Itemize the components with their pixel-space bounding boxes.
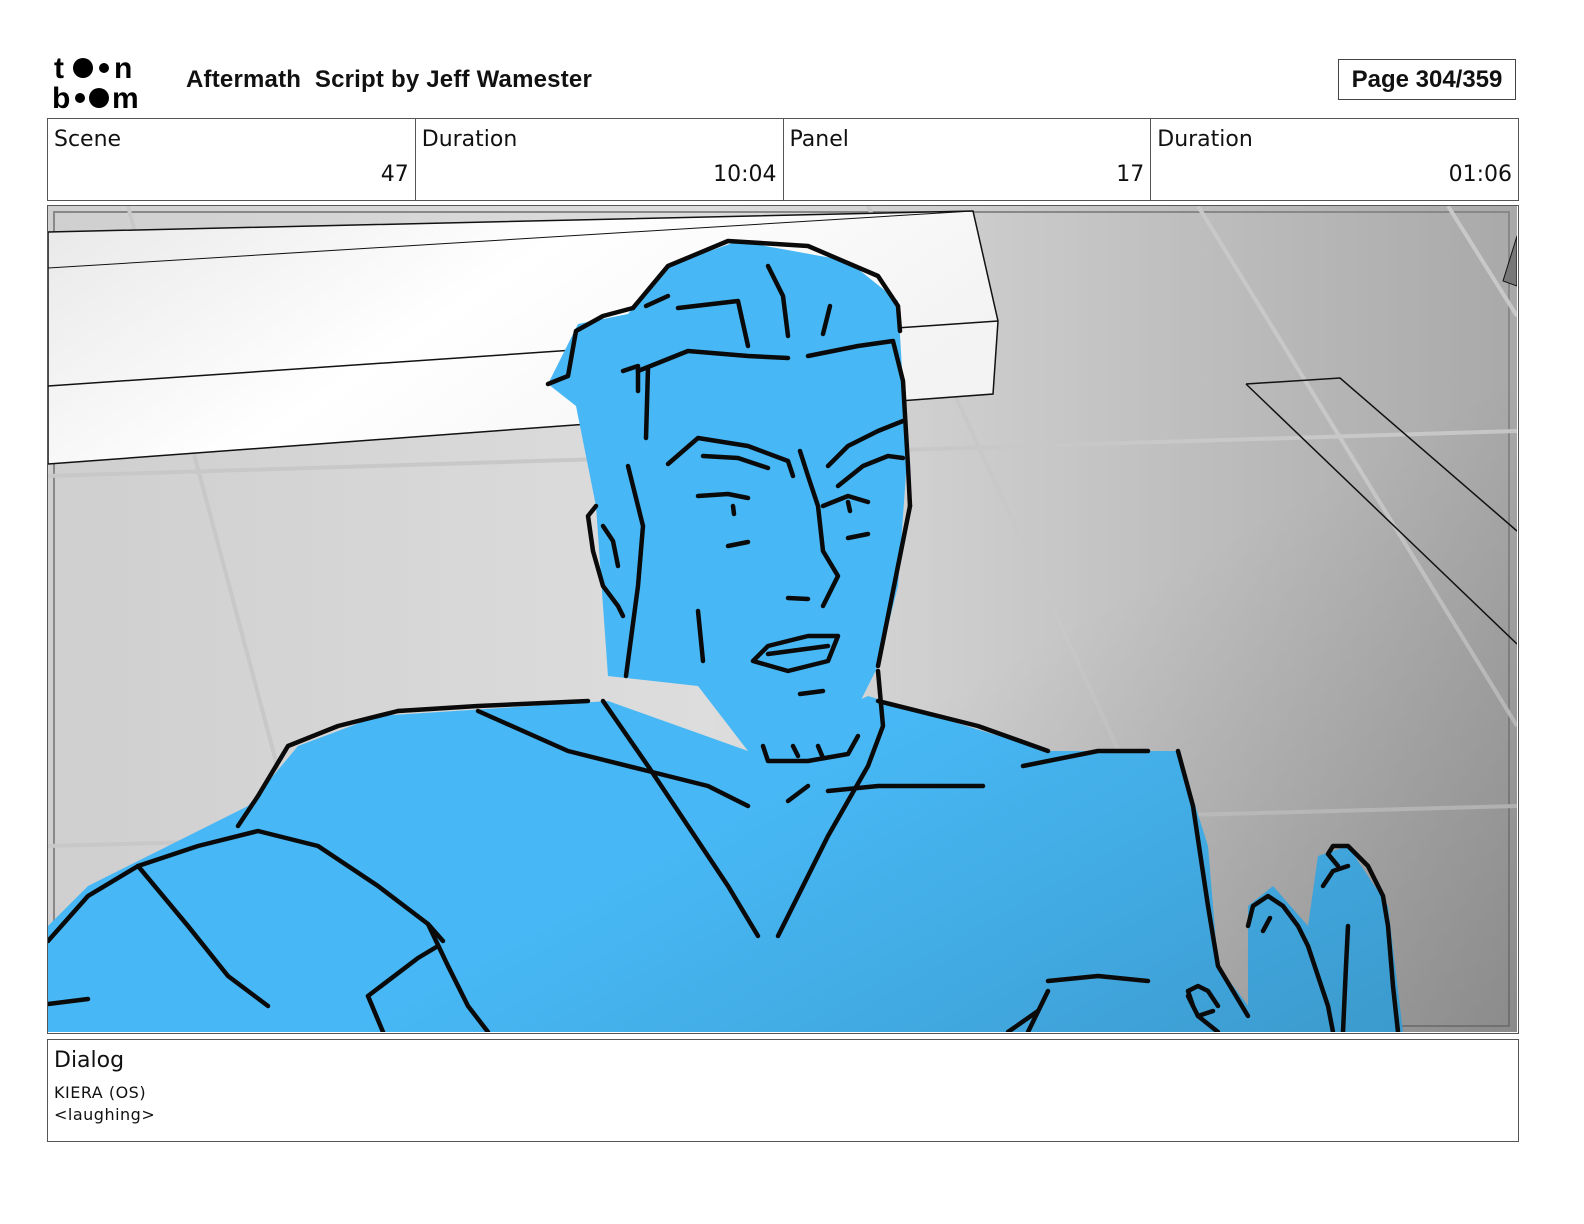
scene-label: Scene xyxy=(54,127,122,152)
svg-text:t: t xyxy=(54,52,64,85)
storyboard-panel xyxy=(47,205,1519,1034)
panel-label: Panel xyxy=(789,127,849,152)
storyboard-sketch xyxy=(48,206,1517,1032)
scene-info-table: Scene 47 Duration 10:04 Panel 17 Duratio… xyxy=(47,118,1519,201)
scene-duration-cell: Duration 10:04 xyxy=(416,119,784,200)
panel-duration-cell: Duration 01:06 xyxy=(1151,119,1518,200)
svg-text:b: b xyxy=(52,82,70,112)
document-title: Aftermath Script by Jeff Wamester xyxy=(186,66,593,93)
dialog-title: Dialog xyxy=(54,1048,125,1073)
page-number: Page 304/359 xyxy=(1338,59,1516,100)
dialog-character: KIERA (OS) xyxy=(54,1083,147,1102)
panel-duration-label: Duration xyxy=(1157,127,1253,152)
scene-value: 47 xyxy=(380,162,409,187)
panel-cell: Panel 17 xyxy=(784,119,1152,200)
svg-text:n: n xyxy=(114,52,132,85)
scene-duration-label: Duration xyxy=(421,127,518,152)
svg-text:m: m xyxy=(112,82,139,112)
panel-value: 17 xyxy=(1116,162,1145,187)
toonboom-logo: t n b m xyxy=(52,52,164,115)
panel-duration-value: 01:06 xyxy=(1448,162,1512,187)
scene-cell: Scene 47 xyxy=(48,119,416,200)
scene-duration-value: 10:04 xyxy=(713,162,777,187)
dialog-box: Dialog KIERA (OS) <laughing> xyxy=(47,1039,1519,1142)
dialog-line: <laughing> xyxy=(54,1105,156,1124)
